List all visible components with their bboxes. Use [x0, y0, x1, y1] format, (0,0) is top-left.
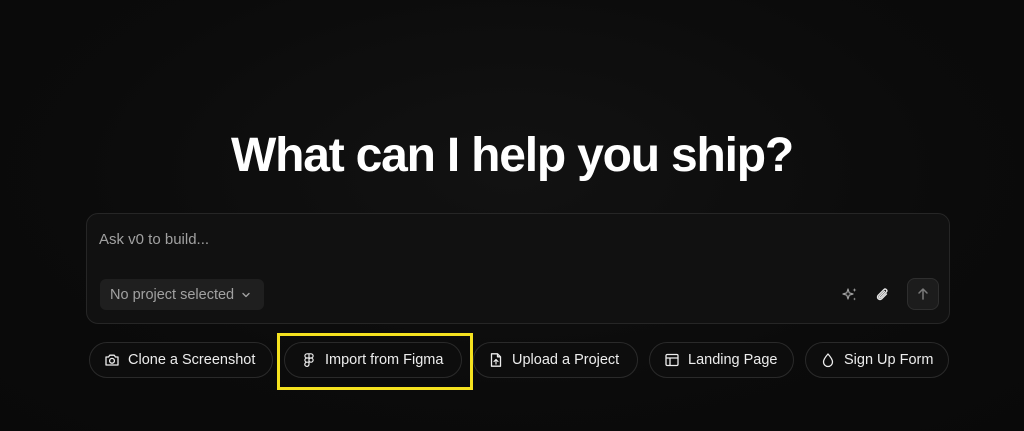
file-upload-icon — [488, 352, 504, 368]
arrow-up-icon — [915, 286, 931, 302]
page-title: What can I help you ship? — [230, 129, 794, 182]
chip-label: Import from Figma — [325, 352, 444, 368]
page: What can I help you ship? No project sel… — [0, 0, 1024, 431]
sign-up-form-button[interactable]: Sign Up Form — [805, 342, 949, 378]
layout-icon — [664, 352, 680, 368]
figma-icon — [301, 352, 317, 368]
paperclip-icon[interactable] — [872, 284, 894, 306]
droplet-icon — [820, 352, 836, 368]
send-button[interactable] — [907, 278, 939, 310]
chevron-down-icon — [240, 289, 252, 301]
prompt-box: No project selected — [86, 213, 950, 324]
landing-page-button[interactable]: Landing Page — [649, 342, 794, 378]
chip-label: Landing Page — [688, 352, 778, 368]
prompt-input[interactable] — [99, 228, 919, 250]
sparkles-icon[interactable] — [839, 284, 861, 306]
upload-project-button[interactable]: Upload a Project — [473, 342, 638, 378]
import-figma-button[interactable]: Import from Figma — [284, 342, 462, 378]
chip-label: Clone a Screenshot — [128, 352, 256, 368]
project-select[interactable]: No project selected — [100, 279, 265, 310]
chip-label: Sign Up Form — [844, 352, 934, 368]
camera-icon — [104, 352, 120, 368]
chip-label: Upload a Project — [512, 352, 620, 368]
project-select-label: No project selected — [110, 286, 235, 303]
clone-screenshot-button[interactable]: Clone a Screenshot — [89, 342, 273, 378]
suggestion-chips: Clone a Screenshot Import from Figma Upl… — [0, 342, 1024, 378]
